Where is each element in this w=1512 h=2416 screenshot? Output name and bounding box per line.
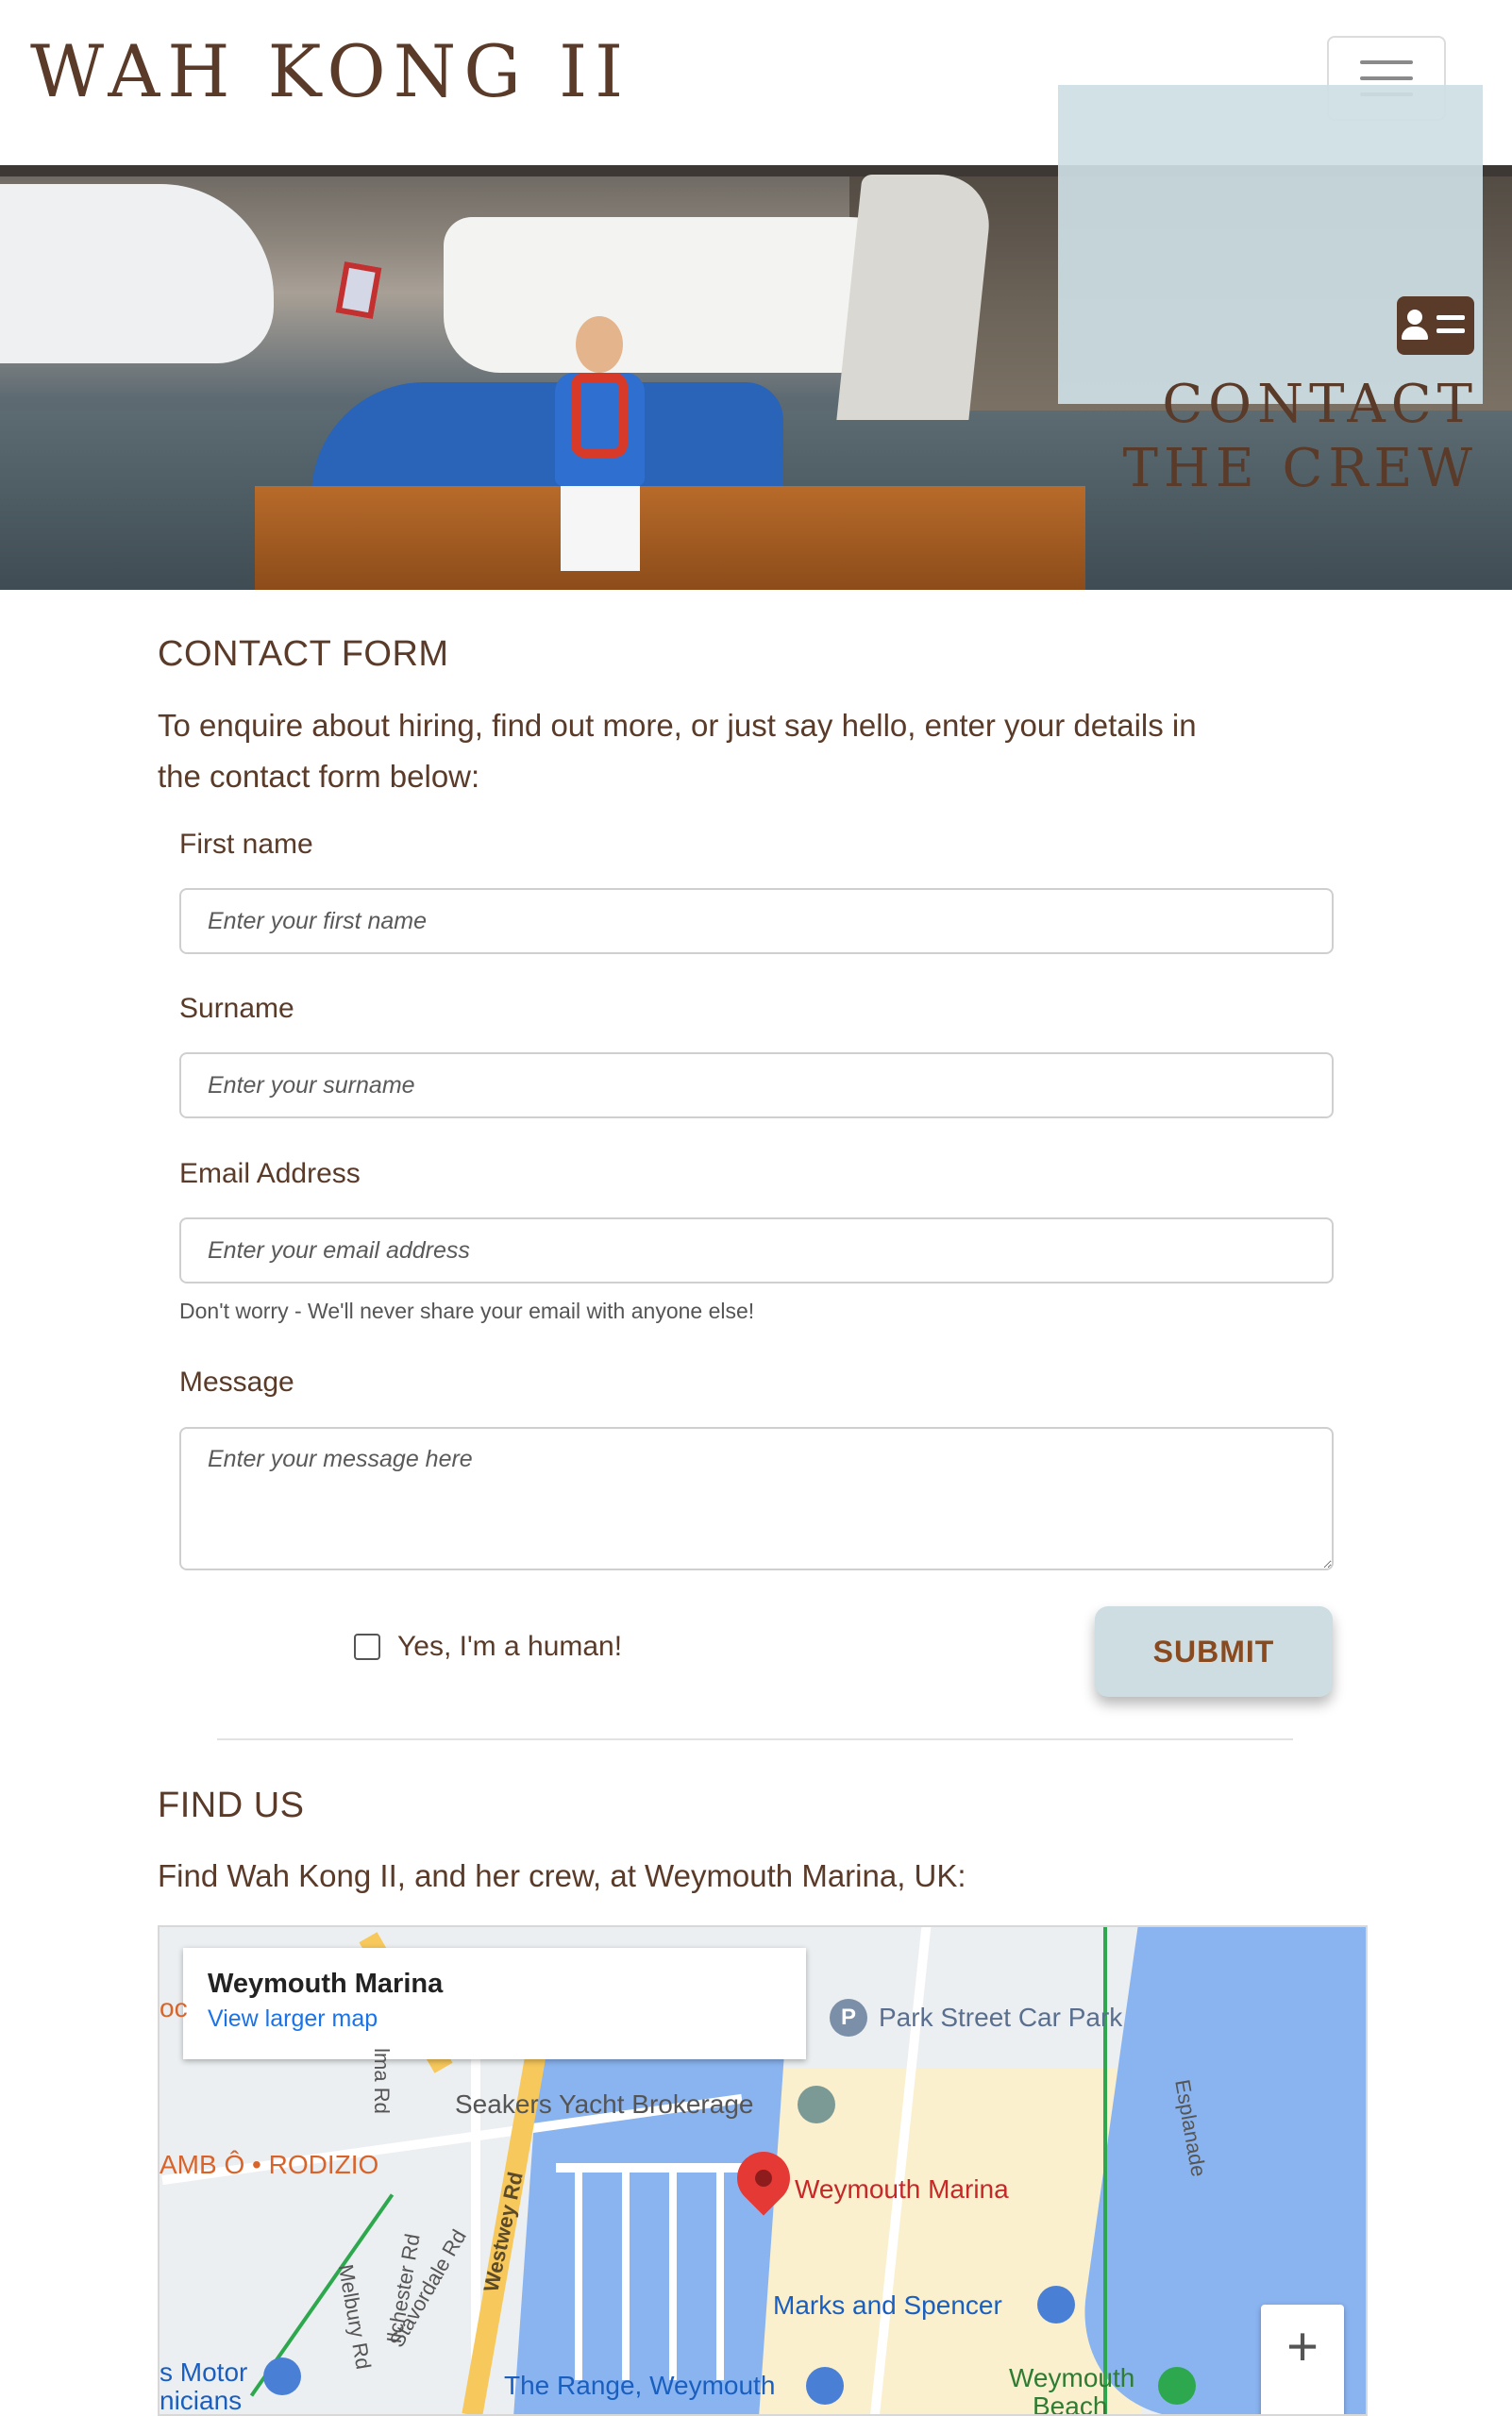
street-label-melbury: Melbury Rd — [333, 2262, 376, 2372]
map-zoom-in-button[interactable]: + — [1261, 2305, 1344, 2414]
map-embed[interactable]: Weymouth Marina View larger map oc P Par… — [158, 1925, 1368, 2416]
contact-intro-line-2: the contact form below: — [158, 759, 480, 794]
surname-input[interactable] — [179, 1052, 1334, 1118]
map-info-card: Weymouth Marina View larger map — [183, 1948, 806, 2059]
find-us-heading: FIND US — [158, 1786, 305, 1825]
section-divider — [217, 1738, 1293, 1740]
message-label: Message — [179, 1367, 294, 1398]
map-label-park-street[interactable]: Park Street Car Park — [879, 2003, 1122, 2033]
first-name-input[interactable] — [179, 888, 1334, 954]
parking-icon[interactable]: P — [830, 1999, 867, 2037]
view-larger-map-link[interactable]: View larger map — [208, 2005, 781, 2033]
first-name-label: First name — [179, 829, 313, 860]
map-label-weymouth-beach[interactable]: Weymouth — [1009, 2363, 1134, 2393]
human-check-row: Yes, I'm a human! — [354, 1631, 622, 1663]
email-help-text: Don't worry - We'll never share your ema… — [179, 1299, 755, 1323]
map-card-title: Weymouth Marina — [208, 1969, 444, 1999]
contact-form-heading: CONTACT FORM — [158, 634, 449, 674]
human-checkbox[interactable] — [354, 1634, 380, 1660]
submit-button[interactable]: SUBMIT — [1095, 1606, 1333, 1697]
map-label-the-range[interactable]: The Range, Weymouth — [504, 2371, 775, 2401]
shopping-icon[interactable] — [1037, 2286, 1075, 2324]
map-label-seakers[interactable]: Seakers Yacht Brokerage — [455, 2089, 753, 2120]
shopping-icon-3[interactable] — [263, 2357, 301, 2395]
human-check-label[interactable]: Yes, I'm a human! — [397, 1631, 622, 1663]
email-input[interactable] — [179, 1217, 1334, 1284]
email-label: Email Address — [179, 1158, 361, 1189]
map-label-weymouth-marina[interactable]: Weymouth Marina — [795, 2174, 1009, 2205]
surname-label: Surname — [179, 993, 294, 1024]
street-label-alma: lma Rd — [369, 2048, 394, 2114]
map-label-motor[interactable]: s Motor — [160, 2357, 247, 2388]
hero-title: CONTACT THE CREW — [1122, 374, 1478, 499]
find-us-intro: Find Wah Kong II, and her crew, at Weymo… — [158, 1858, 966, 1893]
location-icon[interactable] — [798, 2086, 835, 2123]
beach-icon[interactable] — [1158, 2367, 1196, 2405]
contact-intro-line-1: To enquire about hiring, find out more, … — [158, 708, 1197, 743]
street-label-westwey: Westwey Rd — [479, 2170, 528, 2294]
message-textarea[interactable] — [179, 1427, 1334, 1570]
map-label-rodizio[interactable]: AMB Ô • RODIZIO — [160, 2150, 378, 2180]
address-card-icon — [1397, 296, 1474, 355]
hamburger-icon — [1360, 60, 1413, 64]
brand-logo[interactable]: WAH KONG II — [30, 36, 630, 108]
hero-title-box — [1058, 85, 1483, 404]
map-label-marks-and-spencer[interactable]: Marks and Spencer — [773, 2290, 1002, 2321]
shopping-icon-2[interactable] — [806, 2367, 844, 2405]
